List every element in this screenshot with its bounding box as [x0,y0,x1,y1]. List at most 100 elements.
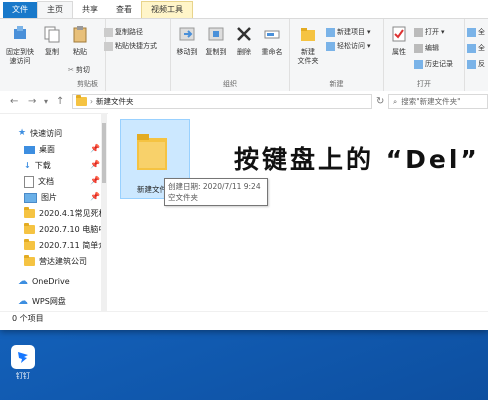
tab-video-tools[interactable]: 视频工具 [141,1,193,18]
group-new-label: 新建 [329,80,344,88]
new-folder-icon [301,28,315,41]
sidebar-item-onedrive[interactable]: ☁ OneDrive [18,274,70,289]
open-icon [414,27,423,37]
breadcrumb-current[interactable]: 新建文件夹 [96,96,134,107]
cloud-drive-icon: ☁ [18,296,28,307]
dingtalk-icon [11,345,35,369]
instruction-overlay: 按键盘上的 “Del” [234,145,480,174]
easy-access-button[interactable]: 轻松访问 ▾ [326,41,371,51]
pictures-icon [24,192,37,203]
sidebar-item-label: OneDrive [32,277,70,286]
sidebar-item-pictures[interactable]: 图片 [24,190,57,205]
select-none-button[interactable]: 全 [467,43,485,53]
properties-button[interactable]: 属性 [387,25,411,57]
ribbon: 固定到快 速访问 复制 粘贴 复制路径 粘贴快捷方式 ✂剪切 剪贴板 移动到 [0,18,488,92]
easy-access-icon [326,41,335,51]
rename-icon [264,30,280,39]
recent-dropdown-icon[interactable]: ▾ [44,97,48,106]
refresh-icon[interactable]: ↻ [376,96,384,107]
cut-button[interactable]: ✂ 剪切 [68,65,90,75]
new-folder-button[interactable]: 新建 文件夹 [294,25,322,66]
explorer-window: 文件 主页 共享 查看 视频工具 固定到快 速访问 复制 粘贴 复制路径 粘贴快… [0,0,488,330]
sidebar-item-folder-2[interactable]: 2020.7.10 电脑中 [24,222,106,237]
copy-to-label: 复制到 [205,48,227,56]
group-organize-label: 组织 [223,80,237,88]
pin-icon[interactable]: 📌 [90,144,100,153]
new-item-label: 新建项目 [337,28,365,36]
sidebar-item-folder-3[interactable]: 2020.7.11 简单介 [24,238,106,253]
cut-label: 剪切 [75,66,90,74]
tab-home[interactable]: 主页 [37,1,73,18]
folder-icon [24,255,35,266]
copy-icon [44,26,60,43]
search-input[interactable]: ⌕ 搜索"新建文件夹" [388,94,488,109]
paste-label: 粘贴 [73,48,87,56]
sidebar-item-label: WPS网盘 [32,297,66,306]
item-count: 0 个项目 [12,314,44,323]
navigation-bar: ← → ▾ ↑ › 新建文件夹 ↻ ⌕ 搜索"新建文件夹" [0,91,488,114]
tab-share[interactable]: 共享 [73,2,107,18]
tooltip-created-date: 创建日期: 2020/7/11 9:24 [168,182,261,191]
invert-selection-button[interactable]: 反 [467,59,485,69]
edit-button[interactable]: 编辑 [414,43,439,53]
group-open-label: 打开 [417,80,431,88]
select-all-button[interactable]: 全 [467,27,485,37]
sidebar-item-quick-access[interactable]: ★ 快速访问 [18,126,62,141]
search-icon: ⌕ [393,96,398,106]
paste-button[interactable]: 粘贴 [68,25,92,57]
navigation-pane: ★ 快速访问 桌面 📌 ↓ 下载 📌 文档 📌 图片 📌 2020.4.1常见死… [0,120,108,310]
folder-name: 新建文件 [137,185,167,194]
pin-quick-access-button[interactable]: 固定到快 速访问 [4,25,36,66]
sidebar-item-folder-4[interactable]: 营达建筑公司 [24,254,87,269]
group-clipboard: 固定到快 速访问 复制 粘贴 复制路径 粘贴快捷方式 ✂ 剪切 剪贴板 [0,19,157,91]
sidebar-item-wps-drive[interactable]: ☁ WPS网盘 [18,294,66,309]
sidebar-item-label: 文档 [38,177,54,186]
sidebar-item-folder-1[interactable]: 2020.4.1常见死机 [24,206,107,221]
move-to-button[interactable]: 移动到 [173,25,201,57]
scissors-icon: ✂ [68,66,74,74]
delete-button[interactable]: 删除 [233,25,255,57]
tooltip-status: 空文件夹 [168,193,198,202]
properties-icon [392,26,406,42]
folder-icon [24,239,35,250]
properties-label: 属性 [392,48,406,56]
history-button[interactable]: 历史记录 [414,59,453,69]
cloud-icon: ☁ [18,276,28,287]
pin-icon[interactable]: 📌 [90,160,100,169]
tab-view[interactable]: 查看 [107,2,141,18]
pin-icon[interactable]: 📌 [90,176,100,185]
pin-label-1: 固定到快 [6,48,34,56]
sidebar-item-documents[interactable]: 文档 [24,174,54,189]
breadcrumb-separator-icon: › [90,97,93,106]
star-icon: ★ [18,128,27,138]
forward-arrow-icon[interactable]: → [28,96,36,107]
folder-icon [76,95,87,106]
copy-to-icon [208,27,224,41]
document-icon [24,175,34,188]
easy-access-label: 轻松访问 [337,42,365,50]
open-label: 打开 [425,28,439,36]
new-item-button[interactable]: 新建项目 ▾ [326,27,371,37]
dropdown-arrow-icon: ▾ [441,28,445,36]
back-arrow-icon[interactable]: ← [10,96,18,107]
pin-icon[interactable]: 📌 [90,192,100,201]
address-bar[interactable]: › 新建文件夹 [72,94,372,109]
copy-to-button[interactable]: 复制到 [202,25,230,57]
group-select: 全 全 反 [465,19,488,91]
invert-selection-label: 反 [478,60,485,68]
folder-icon [137,134,167,170]
desktop-icon-dingtalk[interactable]: 钉钉 [6,345,40,381]
sidebar-scrollbar[interactable] [101,113,107,313]
rename-button[interactable]: 重命名 [259,25,285,57]
open-button[interactable]: 打开 ▾ [414,27,445,37]
sidebar-item-label: 2020.7.10 电脑中 [39,225,107,234]
status-bar: 0 个项目 [0,311,488,329]
tab-file[interactable]: 文件 [3,2,37,18]
sidebar-item-downloads[interactable]: ↓ 下载 [24,158,51,173]
scrollbar-thumb[interactable] [102,123,106,183]
sidebar-item-desktop[interactable]: 桌面 [24,142,55,157]
copy-button[interactable]: 复制 [40,25,64,57]
up-arrow-icon[interactable]: ↑ [56,96,64,107]
desktop-icon-label: 钉钉 [16,372,30,380]
new-item-icon [326,27,335,37]
